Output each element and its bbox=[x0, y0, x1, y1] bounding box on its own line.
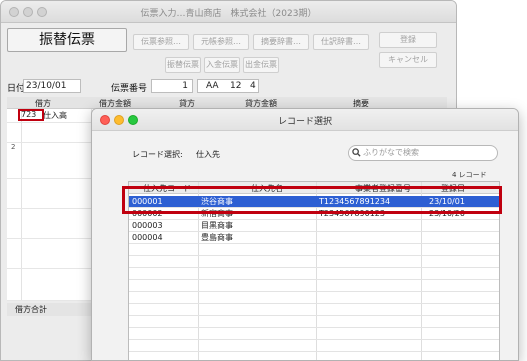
ledger-reference-button[interactable]: 元帳参照… bbox=[193, 34, 249, 50]
date-field[interactable]: 23/10/01 bbox=[23, 79, 81, 93]
record-select-dialog: レコード選択 レコード選択: 仕入先 ふりがなで検索 4 レコード 仕入先コード… bbox=[91, 108, 519, 361]
tab-receipt-voucher[interactable]: 入金伝票 bbox=[204, 57, 240, 73]
highlight-box-selected-row bbox=[122, 186, 502, 214]
highlight-box-account-code bbox=[18, 109, 44, 121]
voucher-code-number-1: 12 bbox=[230, 81, 242, 91]
window-title: 伝票入力…青山商店 株式会社（2023期） bbox=[140, 9, 317, 19]
row-2-number: 2 bbox=[11, 143, 16, 151]
cell-code: 000003 bbox=[132, 221, 163, 230]
summary-dictionary-button[interactable]: 摘要辞書… bbox=[253, 34, 309, 50]
voucher-number-label: 伝票番号 bbox=[111, 84, 148, 94]
voucher-code-value: AA bbox=[206, 81, 219, 91]
tab-transfer-voucher[interactable]: 振替伝票 bbox=[165, 57, 201, 73]
voucher-code-number-2: 4 bbox=[250, 81, 256, 91]
tab-payment-voucher[interactable]: 出金伝票 bbox=[243, 57, 279, 73]
main-titlebar: 伝票入力…青山商店 株式会社（2023期） bbox=[1, 1, 456, 23]
record-select-label: レコード選択: bbox=[132, 150, 183, 159]
voucher-number-value: 1 bbox=[182, 81, 188, 91]
debit-total-label: 借方合計 bbox=[7, 303, 97, 316]
magnifier-icon bbox=[352, 148, 361, 162]
voucher-type-title: 振替伝票 bbox=[7, 28, 127, 52]
cell-code: 000004 bbox=[132, 233, 163, 242]
cancel-button[interactable]: キャンセル bbox=[379, 52, 437, 68]
cell-name: 豊島商事 bbox=[201, 233, 233, 242]
search-placeholder: ふりがなで検索 bbox=[363, 148, 419, 157]
supplier-row[interactable]: 000004 豊島商事 bbox=[129, 232, 499, 244]
voucher-code-field[interactable]: AA 12 4 bbox=[197, 79, 259, 93]
cell-name: 目黒商事 bbox=[201, 221, 233, 230]
voucher-number-field[interactable]: 1 bbox=[151, 79, 193, 93]
record-select-value: 仕入先 bbox=[196, 150, 220, 159]
record-count: 4 レコード bbox=[452, 171, 487, 179]
header-debit: 借方 bbox=[35, 99, 51, 108]
register-button[interactable]: 登録 bbox=[379, 32, 437, 48]
kana-search-input[interactable]: ふりがなで検索 bbox=[348, 145, 498, 161]
date-value: 23/10/01 bbox=[26, 81, 67, 91]
dialog-title: レコード選択 bbox=[277, 117, 332, 127]
voucher-reference-button[interactable]: 伝票参照… bbox=[133, 34, 189, 50]
row-1-account-name: 仕入高 bbox=[43, 111, 67, 120]
supplier-row[interactable]: 000003 目黒商事 bbox=[129, 220, 499, 232]
journal-dictionary-button[interactable]: 仕訳辞書… bbox=[313, 34, 369, 50]
dialog-titlebar: レコード選択 bbox=[92, 109, 518, 131]
